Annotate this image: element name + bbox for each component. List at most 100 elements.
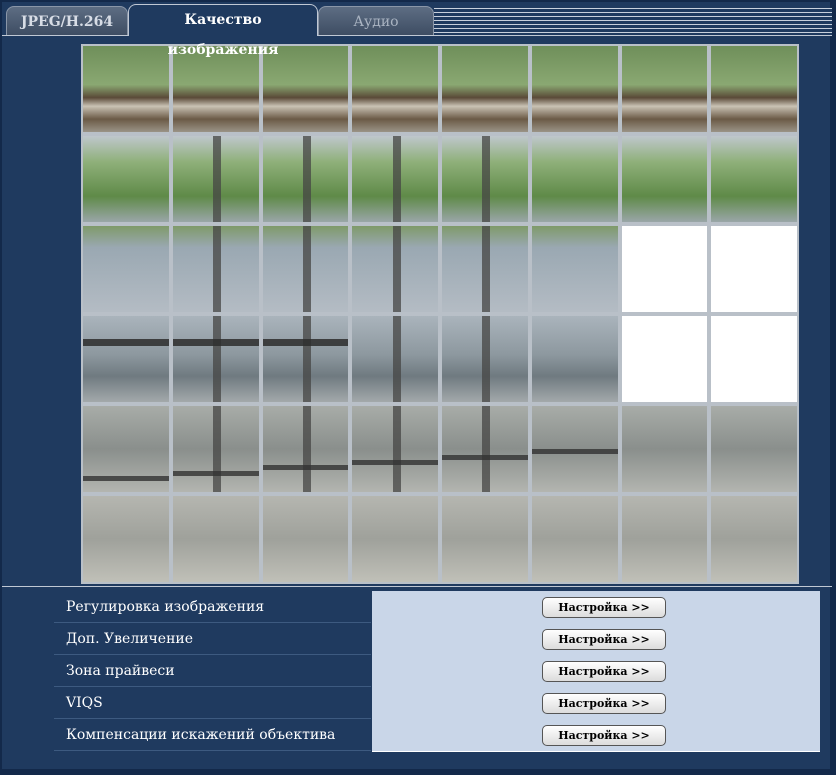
grid-cell-r5-c6[interactable]: [619, 494, 710, 584]
tab-bar: JPEG/H.264 Качество изображения Аудио: [2, 2, 832, 58]
grid-cell-r4-c0[interactable]: [81, 404, 171, 494]
floor-track-shape: [83, 476, 169, 482]
setting-label: Доп. Увеличение: [54, 623, 371, 655]
grid-cell-r3-c3[interactable]: [350, 314, 440, 404]
grid-cell-r0-c5[interactable]: [529, 44, 620, 134]
grid-cell-r2-c2[interactable]: [260, 224, 351, 314]
handrail-shape: [262, 338, 349, 346]
door-frame-shape: [302, 226, 311, 312]
door-frame-shape: [213, 406, 222, 492]
viqs-setup-button[interactable]: Настройка >>: [542, 693, 666, 714]
grid-cell-r2-c5[interactable]: [529, 224, 620, 314]
grid-cell-r2-c1[interactable]: [170, 224, 261, 314]
tab-bar-decoration: [434, 8, 832, 35]
grid-cell-r3-c2[interactable]: [260, 314, 351, 404]
grid-cell-r1-c1[interactable]: [170, 134, 261, 224]
grid-cell-r3-c0[interactable]: [81, 314, 171, 404]
grid-cell-r5-c3[interactable]: [350, 494, 440, 584]
grid-cell-r0-c7[interactable]: [709, 44, 799, 134]
lens-distortion-setup-button[interactable]: Настройка >>: [542, 725, 666, 746]
setting-value-cell: Настройка >>: [372, 719, 820, 752]
privacy-zone-setup-button[interactable]: Настройка >>: [542, 661, 666, 682]
grid-cell-r0-c4[interactable]: [440, 44, 530, 134]
setting-label: VIQS: [54, 687, 371, 719]
grid-cell-r0-c3[interactable]: [350, 44, 440, 134]
extra-zoom-setup-button[interactable]: Настройка >>: [542, 629, 666, 650]
door-frame-shape: [302, 406, 311, 492]
grid-cell-r4-c6[interactable]: [619, 404, 710, 494]
grid-cell-r1-c6[interactable]: [619, 134, 710, 224]
door-frame-shape: [213, 316, 222, 402]
grid-cell-r2-c0[interactable]: [81, 224, 171, 314]
settings-window: JPEG/H.264 Качество изображения Аудио Ре…: [0, 0, 836, 775]
door-frame-shape: [213, 226, 222, 312]
door-frame-shape: [392, 226, 401, 312]
grid-cell-r1-c7[interactable]: [709, 134, 799, 224]
grid-cell-r4-c5[interactable]: [529, 404, 620, 494]
door-frame-shape: [482, 316, 491, 402]
door-frame-shape: [482, 406, 491, 492]
tab-underline: [2, 35, 832, 36]
grid-cell-r1-c4[interactable]: [440, 134, 530, 224]
grid-cell-r4-c1[interactable]: [170, 404, 261, 494]
door-frame-shape: [392, 406, 401, 492]
setting-label: Компенсации искажений объектива: [54, 719, 371, 751]
door-frame-shape: [392, 136, 401, 222]
image-adjust-setup-button[interactable]: Настройка >>: [542, 597, 666, 618]
grid-cell-r5-c4[interactable]: [440, 494, 530, 584]
setting-row-lens-distortion: Компенсации искажений объектива Настройк…: [54, 719, 820, 752]
door-frame-shape: [392, 316, 401, 402]
grid-cell-r3-c7[interactable]: [709, 314, 799, 404]
setting-label: Регулировка изображения: [54, 591, 371, 623]
door-frame-shape: [213, 136, 222, 222]
grid-cell-r0-c6[interactable]: [619, 44, 710, 134]
grid-cell-r4-c3[interactable]: [350, 404, 440, 494]
floor-track-shape: [172, 470, 259, 476]
grid-cell-r2-c4[interactable]: [440, 224, 530, 314]
handrail-shape: [172, 338, 259, 346]
setting-value-cell: Настройка >>: [372, 655, 820, 688]
grid-cell-r5-c5[interactable]: [529, 494, 620, 584]
grid-cell-r1-c2[interactable]: [260, 134, 351, 224]
door-frame-shape: [302, 136, 311, 222]
setting-label: Зона прайвеси: [54, 655, 371, 687]
grid-cell-r3-c1[interactable]: [170, 314, 261, 404]
grid-cell-r1-c5[interactable]: [529, 134, 620, 224]
tab-audio[interactable]: Аудио: [318, 6, 434, 36]
grid-cell-r5-c7[interactable]: [709, 494, 799, 584]
floor-track-shape: [352, 460, 438, 465]
grid-cell-r0-c0[interactable]: [81, 44, 171, 134]
floor-track-shape: [442, 454, 528, 460]
grid-cell-r1-c3[interactable]: [350, 134, 440, 224]
grid-cell-r3-c6[interactable]: [619, 314, 710, 404]
camera-image-grid: [81, 44, 799, 584]
grid-cell-r5-c0[interactable]: [81, 494, 171, 584]
setting-value-cell: Настройка >>: [372, 623, 820, 656]
grid-cell-r5-c1[interactable]: [170, 494, 261, 584]
setting-value-cell: Настройка >>: [372, 591, 820, 624]
setting-row-viqs: VIQS Настройка >>: [54, 687, 820, 720]
floor-track-shape: [531, 449, 618, 455]
setting-row-extra-zoom: Доп. Увеличение Настройка >>: [54, 623, 820, 656]
grid-cell-r4-c4[interactable]: [440, 404, 530, 494]
floor-track-shape: [262, 465, 349, 471]
setting-row-image-adjust: Регулировка изображения Настройка >>: [54, 591, 820, 624]
grid-cell-r4-c7[interactable]: [709, 404, 799, 494]
grid-cell-r2-c3[interactable]: [350, 224, 440, 314]
door-frame-shape: [302, 316, 311, 402]
section-divider: [2, 586, 832, 587]
grid-cell-r1-c0[interactable]: [81, 134, 171, 224]
grid-cell-r2-c7[interactable]: [709, 224, 799, 314]
grid-cell-r2-c6[interactable]: [619, 224, 710, 314]
setting-value-cell: Настройка >>: [372, 687, 820, 720]
tab-image-quality[interactable]: Качество изображения: [128, 4, 318, 58]
door-frame-shape: [482, 226, 491, 312]
grid-cell-r3-c4[interactable]: [440, 314, 530, 404]
setting-row-privacy-zone: Зона прайвеси Настройка >>: [54, 655, 820, 688]
grid-cell-r4-c2[interactable]: [260, 404, 351, 494]
door-frame-shape: [482, 136, 491, 222]
handrail-shape: [83, 338, 169, 346]
grid-cell-r5-c2[interactable]: [260, 494, 351, 584]
tab-jpeg-h264[interactable]: JPEG/H.264: [6, 6, 128, 36]
grid-cell-r3-c5[interactable]: [529, 314, 620, 404]
